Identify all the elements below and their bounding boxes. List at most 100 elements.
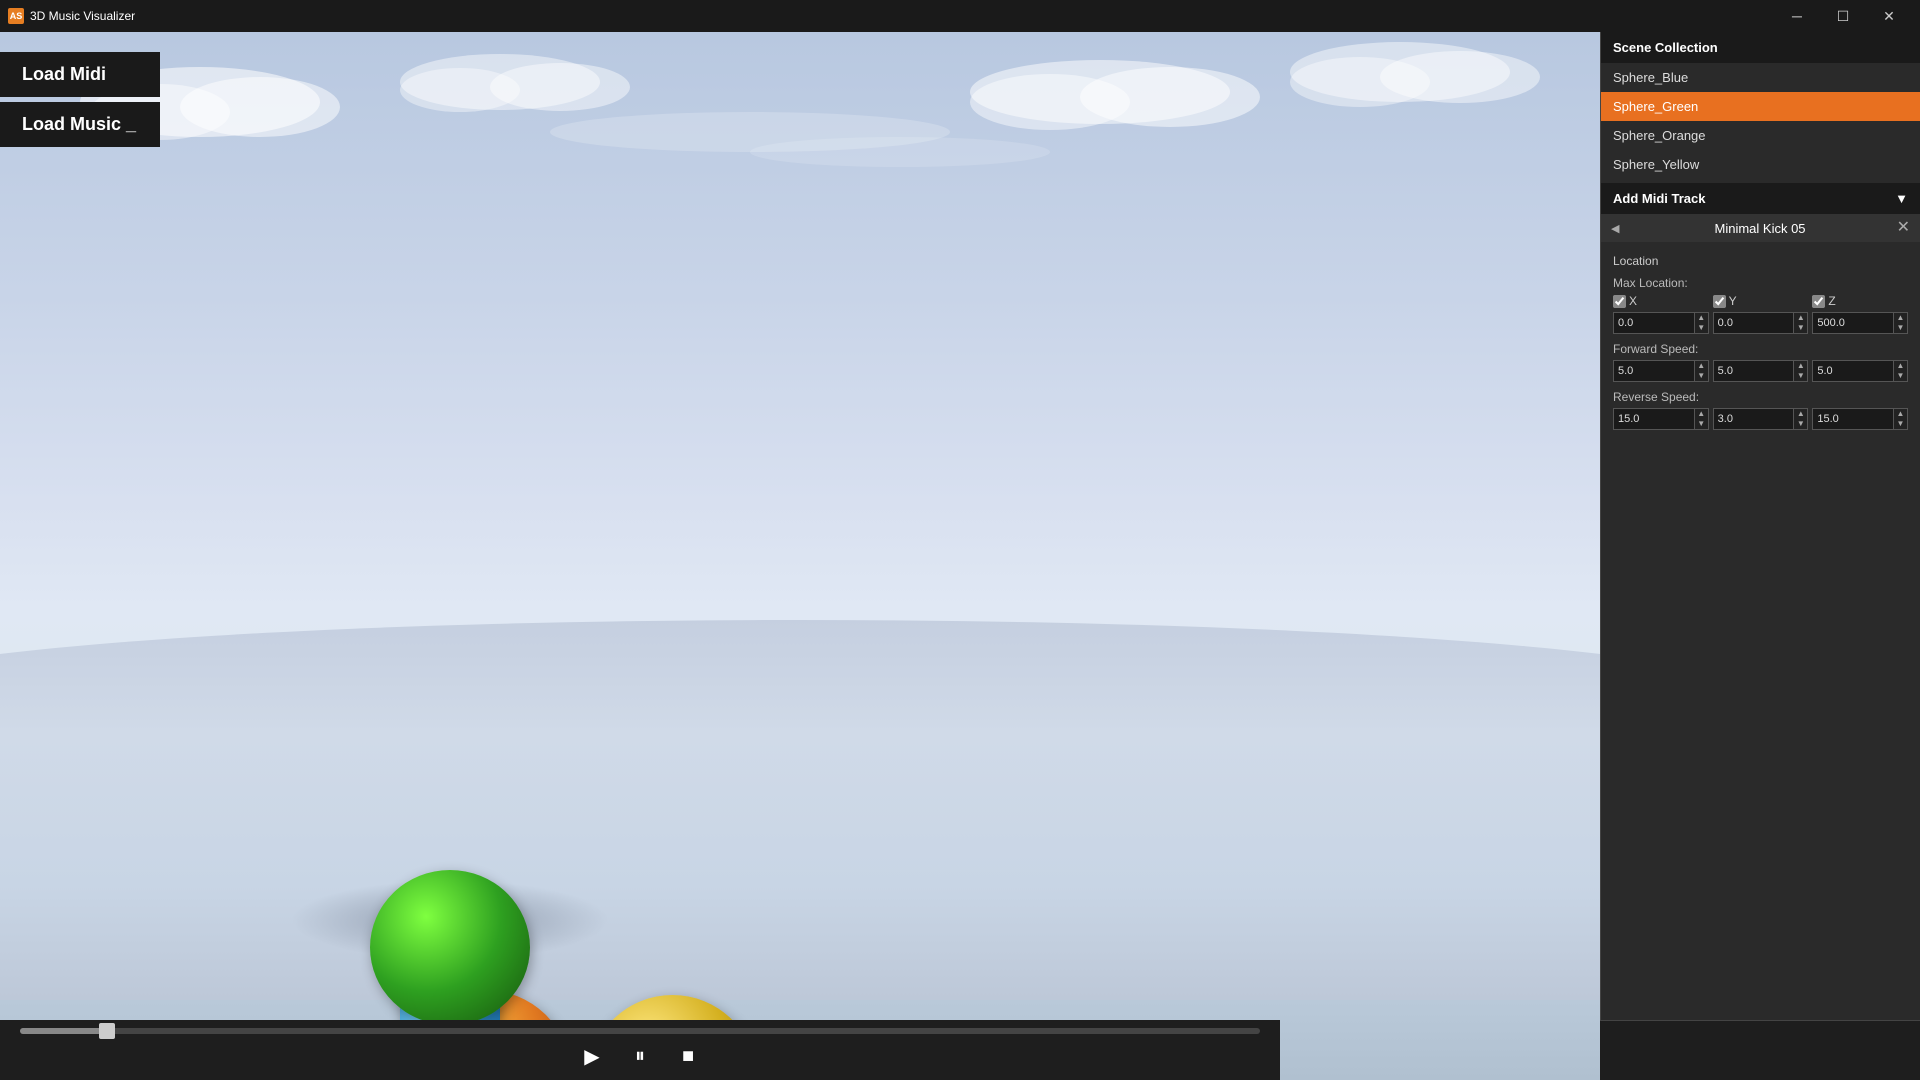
reverse-z-arrows: ▲ ▼ xyxy=(1893,409,1907,429)
ground-plane xyxy=(0,620,1600,1000)
forward-x-down[interactable]: ▼ xyxy=(1695,371,1708,381)
pause-button[interactable]: ⏸ xyxy=(624,1040,656,1072)
z-axis-group: Z xyxy=(1812,294,1908,308)
reverse-z-up[interactable]: ▲ xyxy=(1894,409,1907,419)
playback-controls: ▶ ⏸ ■ xyxy=(576,1040,704,1072)
forward-x-arrows: ▲ ▼ xyxy=(1694,361,1708,381)
forward-z-up[interactable]: ▲ xyxy=(1894,361,1907,371)
titlebar-controls: ─ ☐ ✕ xyxy=(1774,0,1912,32)
y-spinbox-down[interactable]: ▼ xyxy=(1794,323,1807,333)
max-location-values-row: ▲ ▼ ▲ ▼ ▲ xyxy=(1613,312,1908,334)
x-axis-label: X xyxy=(1629,294,1641,308)
z-axis-checkbox[interactable] xyxy=(1812,295,1825,308)
reverse-y-input[interactable] xyxy=(1714,413,1794,425)
reverse-x-down[interactable]: ▼ xyxy=(1695,419,1708,429)
scene-collection-header: Scene Collection xyxy=(1601,32,1920,63)
y-value-input[interactable] xyxy=(1714,317,1794,329)
track-content: Location Max Location: X Y Z xyxy=(1601,242,1920,438)
progress-track[interactable] xyxy=(20,1028,1260,1034)
add-midi-track[interactable]: Add Midi Track ▼ xyxy=(1601,183,1920,214)
forward-x-up[interactable]: ▲ xyxy=(1695,361,1708,371)
forward-x-input[interactable] xyxy=(1614,365,1694,377)
scene-item-sphere-orange[interactable]: Sphere_Orange xyxy=(1601,121,1920,150)
axes-checkbox-row: X Y Z xyxy=(1613,294,1908,308)
reverse-z-down[interactable]: ▼ xyxy=(1894,419,1907,429)
location-section-label: Location xyxy=(1613,254,1908,268)
reverse-speed-values-row: ▲ ▼ ▲ ▼ ▲ xyxy=(1613,408,1908,430)
reverse-speed-label: Reverse Speed: xyxy=(1613,390,1908,404)
stop-button[interactable]: ■ xyxy=(672,1040,704,1072)
y-axis-checkbox[interactable] xyxy=(1713,295,1726,308)
track-header: ◀ Minimal Kick 05 ✕ xyxy=(1601,214,1920,242)
reverse-z-input[interactable] xyxy=(1813,413,1893,425)
right-panel: Scene Collection Sphere_Blue Sphere_Gree… xyxy=(1600,32,1920,1080)
scene-item-sphere-yellow[interactable]: Sphere_Yellow xyxy=(1601,150,1920,179)
playback-bar: ▶ ⏸ ■ xyxy=(0,1020,1280,1080)
y-spinbox-up[interactable]: ▲ xyxy=(1794,313,1807,323)
forward-x-spinbox[interactable]: ▲ ▼ xyxy=(1613,360,1709,382)
titlebar-left: AS 3D Music Visualizer xyxy=(8,8,135,24)
y-spinbox-arrows: ▲ ▼ xyxy=(1793,313,1807,333)
main-container: Load Midi Load Music _ ▶ ⏸ ■ Scene Colle… xyxy=(0,32,1920,1080)
play-button[interactable]: ▶ xyxy=(576,1040,608,1072)
track-close-button[interactable]: ✕ xyxy=(1897,220,1910,236)
titlebar: AS 3D Music Visualizer ─ ☐ ✕ xyxy=(0,0,1920,32)
z-value-spinbox[interactable]: ▲ ▼ xyxy=(1812,312,1908,334)
x-axis-group: X xyxy=(1613,294,1709,308)
x-value-spinbox[interactable]: ▲ ▼ xyxy=(1613,312,1709,334)
forward-z-spinbox[interactable]: ▲ ▼ xyxy=(1812,360,1908,382)
chevron-down-icon: ▼ xyxy=(1895,191,1908,206)
x-axis-checkbox[interactable] xyxy=(1613,295,1626,308)
progress-thumb[interactable] xyxy=(99,1023,115,1039)
reverse-x-up[interactable]: ▲ xyxy=(1695,409,1708,419)
reverse-y-up[interactable]: ▲ xyxy=(1794,409,1807,419)
scene-item-sphere-blue[interactable]: Sphere_Blue xyxy=(1601,63,1920,92)
reverse-y-spinbox[interactable]: ▲ ▼ xyxy=(1713,408,1809,430)
sphere-green xyxy=(370,870,530,1025)
clouds-decoration xyxy=(0,32,1600,332)
x-spinbox-down[interactable]: ▼ xyxy=(1695,323,1708,333)
forward-y-down[interactable]: ▼ xyxy=(1794,371,1807,381)
reverse-y-arrows: ▲ ▼ xyxy=(1793,409,1807,429)
load-midi-button[interactable]: Load Midi xyxy=(0,52,160,97)
maximize-button[interactable]: ☐ xyxy=(1820,0,1866,32)
status-bar xyxy=(1600,1020,1920,1080)
x-spinbox-up[interactable]: ▲ xyxy=(1695,313,1708,323)
forward-z-down[interactable]: ▼ xyxy=(1894,371,1907,381)
reverse-x-arrows: ▲ ▼ xyxy=(1694,409,1708,429)
y-axis-label: Y xyxy=(1729,294,1741,308)
app-icon: AS xyxy=(8,8,24,24)
progress-fill xyxy=(20,1028,107,1034)
load-music-button[interactable]: Load Music _ xyxy=(0,102,160,147)
y-axis-group: Y xyxy=(1713,294,1809,308)
x-value-input[interactable] xyxy=(1614,317,1694,329)
close-button[interactable]: ✕ xyxy=(1866,0,1912,32)
collapse-icon: ◀ xyxy=(1611,222,1619,235)
viewport: Load Midi Load Music _ ▶ ⏸ ■ xyxy=(0,32,1600,1080)
reverse-z-spinbox[interactable]: ▲ ▼ xyxy=(1812,408,1908,430)
z-spinbox-down[interactable]: ▼ xyxy=(1894,323,1907,333)
forward-y-spinbox[interactable]: ▲ ▼ xyxy=(1713,360,1809,382)
scene-item-sphere-green[interactable]: Sphere_Green xyxy=(1601,92,1920,121)
forward-y-input[interactable] xyxy=(1714,365,1794,377)
add-midi-track-label: Add Midi Track xyxy=(1613,191,1705,206)
track-title: Minimal Kick 05 xyxy=(1715,221,1806,236)
forward-y-up[interactable]: ▲ xyxy=(1794,361,1807,371)
max-location-label: Max Location: xyxy=(1613,276,1908,290)
reverse-y-down[interactable]: ▼ xyxy=(1794,419,1807,429)
z-value-input[interactable] xyxy=(1813,317,1893,329)
x-spinbox-arrows: ▲ ▼ xyxy=(1694,313,1708,333)
scene-list: Sphere_Blue Sphere_Green Sphere_Orange S… xyxy=(1601,63,1920,179)
app-title: 3D Music Visualizer xyxy=(30,9,135,23)
z-spinbox-arrows: ▲ ▼ xyxy=(1893,313,1907,333)
forward-y-arrows: ▲ ▼ xyxy=(1793,361,1807,381)
forward-speed-label: Forward Speed: xyxy=(1613,342,1908,356)
y-value-spinbox[interactable]: ▲ ▼ xyxy=(1713,312,1809,334)
midi-track-panel: ◀ Minimal Kick 05 ✕ Location Max Locatio… xyxy=(1601,214,1920,1080)
reverse-x-spinbox[interactable]: ▲ ▼ xyxy=(1613,408,1709,430)
forward-z-input[interactable] xyxy=(1813,365,1893,377)
z-spinbox-up[interactable]: ▲ xyxy=(1894,313,1907,323)
reverse-x-input[interactable] xyxy=(1614,413,1694,425)
minimize-button[interactable]: ─ xyxy=(1774,0,1820,32)
z-axis-label: Z xyxy=(1828,294,1840,308)
